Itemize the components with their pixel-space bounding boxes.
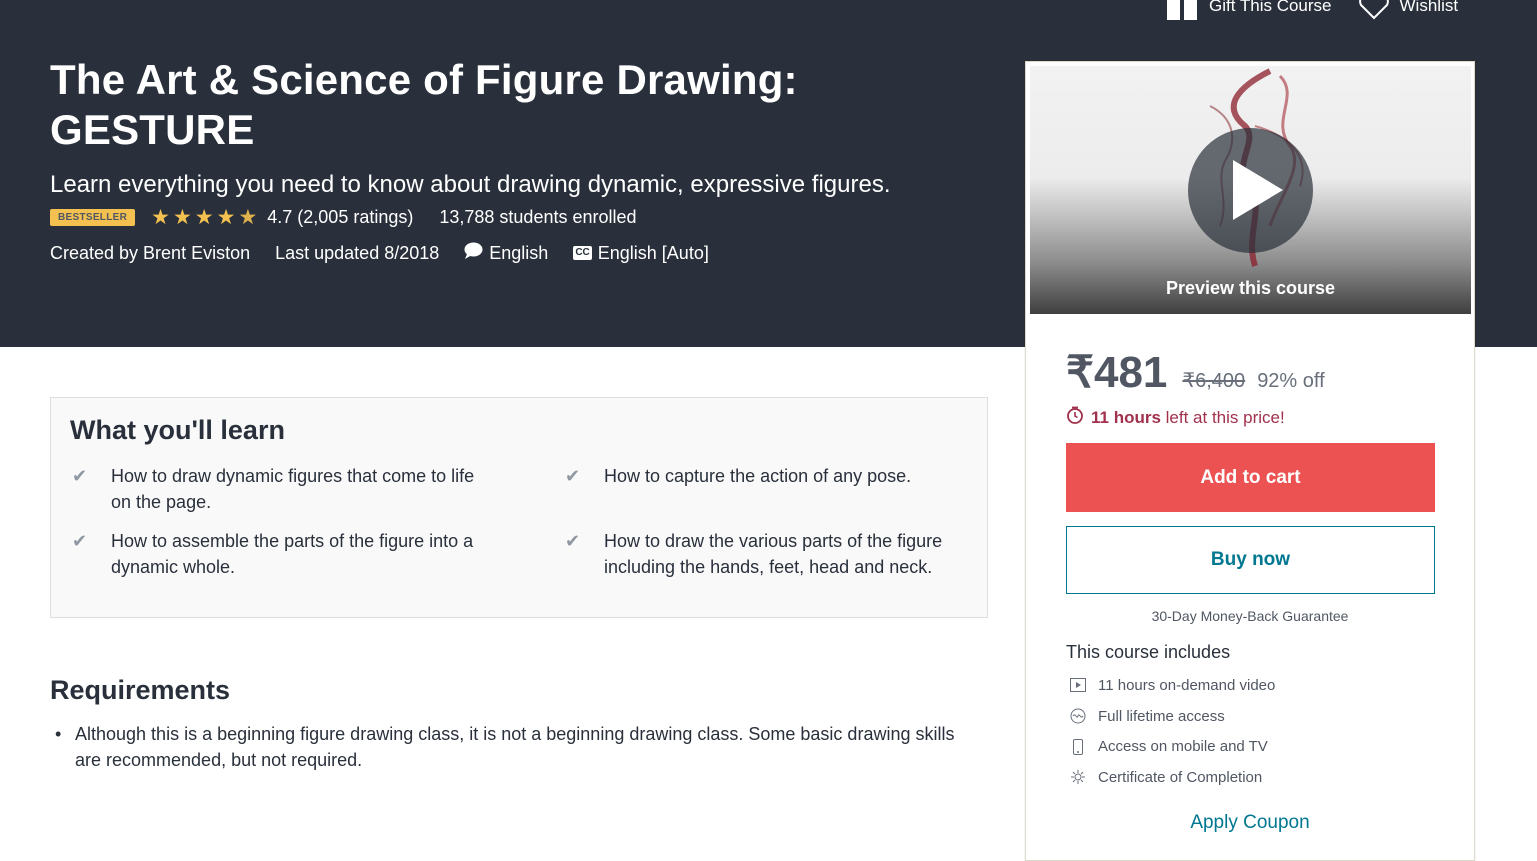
star-rating: ★ ★ ★ ★ ★	[151, 207, 257, 228]
includes-label: Full lifetime access	[1098, 707, 1225, 725]
gift-icon	[1165, 0, 1199, 20]
course-subtitle: Learn everything you need to know about …	[50, 171, 891, 198]
what-you-will-learn: What you'll learn ✔ How to draw dynamic …	[50, 397, 988, 618]
rating-row: BESTSELLER ★ ★ ★ ★ ★ 4.7 (2,005 ratings)…	[50, 207, 637, 228]
checkmark-icon: ✔	[565, 531, 581, 551]
star-icon: ★	[151, 206, 170, 229]
gift-course-button[interactable]: Gift This Course	[1165, 0, 1332, 20]
current-price: ₹481	[1066, 348, 1168, 397]
timer-text: left at this price!	[1160, 407, 1285, 427]
students-enrolled: 13,788 students enrolled	[439, 207, 637, 227]
purchase-sidebar: Preview this course ₹481 ₹6,400 92% off …	[1025, 61, 1475, 861]
star-icon: ★	[172, 206, 192, 229]
includes-title: This course includes	[1066, 642, 1231, 662]
video-icon	[1070, 678, 1086, 693]
play-icon	[1233, 160, 1283, 220]
star-icon: ★	[238, 206, 258, 229]
closed-captions-icon: CC	[573, 246, 592, 260]
certificate-icon	[1070, 769, 1086, 785]
learn-item-text: How to draw dynamic figures that come to…	[111, 466, 475, 512]
course-preview-video[interactable]: Preview this course	[1030, 66, 1471, 314]
top-actions: Gift This Course Wishlist	[1165, 0, 1458, 20]
price-timer: 11 hours left at this price!	[1066, 406, 1285, 429]
course-title: The Art & Science of Figure Drawing: GES…	[50, 56, 798, 153]
learn-item: ✔ How to capture the action of any pose.	[564, 463, 974, 489]
learn-item-text: How to draw the various parts of the fig…	[604, 531, 943, 577]
learn-item: ✔ How to assemble the parts of the figur…	[71, 528, 481, 580]
bullet-icon: •	[55, 724, 62, 744]
learn-title: What you'll learn	[70, 415, 285, 445]
language: English	[464, 242, 548, 264]
original-price: ₹6,400	[1182, 370, 1246, 392]
alarm-clock-icon	[1066, 406, 1084, 429]
wishlist-button[interactable]: Wishlist	[1358, 0, 1459, 20]
play-button[interactable]	[1188, 128, 1313, 253]
learn-item-text: How to capture the action of any pose.	[604, 466, 912, 486]
infinity-icon	[1070, 708, 1086, 724]
requirements-title: Requirements	[50, 675, 231, 705]
includes-item: Full lifetime access	[1070, 701, 1275, 732]
timer-hours: 11 hours	[1091, 407, 1161, 427]
checkmark-icon: ✔	[72, 531, 88, 551]
instructor-link[interactable]: Created by Brent Eviston	[50, 243, 250, 264]
includes-label: Access on mobile and TV	[1098, 738, 1268, 756]
course-meta: Created by Brent Eviston Last updated 8/…	[50, 242, 709, 264]
heart-icon	[1358, 0, 1390, 20]
last-updated: Last updated 8/2018	[275, 242, 440, 263]
mobile-icon	[1070, 738, 1086, 755]
add-to-cart-button[interactable]: Add to cart	[1066, 443, 1435, 512]
language-label: English	[489, 242, 549, 263]
includes-item: 11 hours on-demand video	[1070, 670, 1275, 701]
includes-item: Access on mobile and TV	[1070, 731, 1275, 762]
apply-coupon-link[interactable]: Apply Coupon	[1026, 812, 1474, 834]
checkmark-icon: ✔	[72, 466, 88, 486]
star-icon: ★	[216, 206, 236, 229]
money-back-guarantee: 30-Day Money-Back Guarantee	[1151, 608, 1349, 624]
comment-icon	[464, 242, 483, 264]
checkmark-icon: ✔	[565, 466, 581, 486]
requirement-item: • Although this is a beginning figure dr…	[55, 721, 975, 773]
includes-label: Certificate of Completion	[1098, 768, 1263, 786]
learn-item: ✔ How to draw the various parts of the f…	[564, 528, 974, 580]
star-icon: ★	[194, 206, 214, 229]
bestseller-badge: BESTSELLER	[50, 209, 136, 226]
gift-course-label: Gift This Course	[1209, 0, 1332, 15]
wishlist-label: Wishlist	[1399, 0, 1459, 15]
includes-list: 11 hours on-demand video Full lifetime a…	[1070, 670, 1275, 793]
preview-label: Preview this course	[1165, 278, 1336, 298]
price-row: ₹481 ₹6,400 92% off	[1066, 347, 1325, 398]
includes-label: 11 hours on-demand video	[1098, 676, 1276, 694]
discount-percent: 92% off	[1257, 370, 1325, 392]
requirement-text: Although this is a beginning figure draw…	[75, 724, 955, 770]
learn-item: ✔ How to draw dynamic figures that come …	[71, 463, 481, 515]
learn-item-text: How to assemble the parts of the figure …	[111, 531, 474, 577]
buy-now-button[interactable]: Buy now	[1066, 526, 1435, 594]
includes-item: Certificate of Completion	[1070, 762, 1275, 793]
captions-label: English [Auto]	[597, 242, 709, 263]
rating-count-link[interactable]: 4.7 (2,005 ratings)	[267, 207, 413, 228]
captions: CC English [Auto]	[573, 243, 709, 264]
